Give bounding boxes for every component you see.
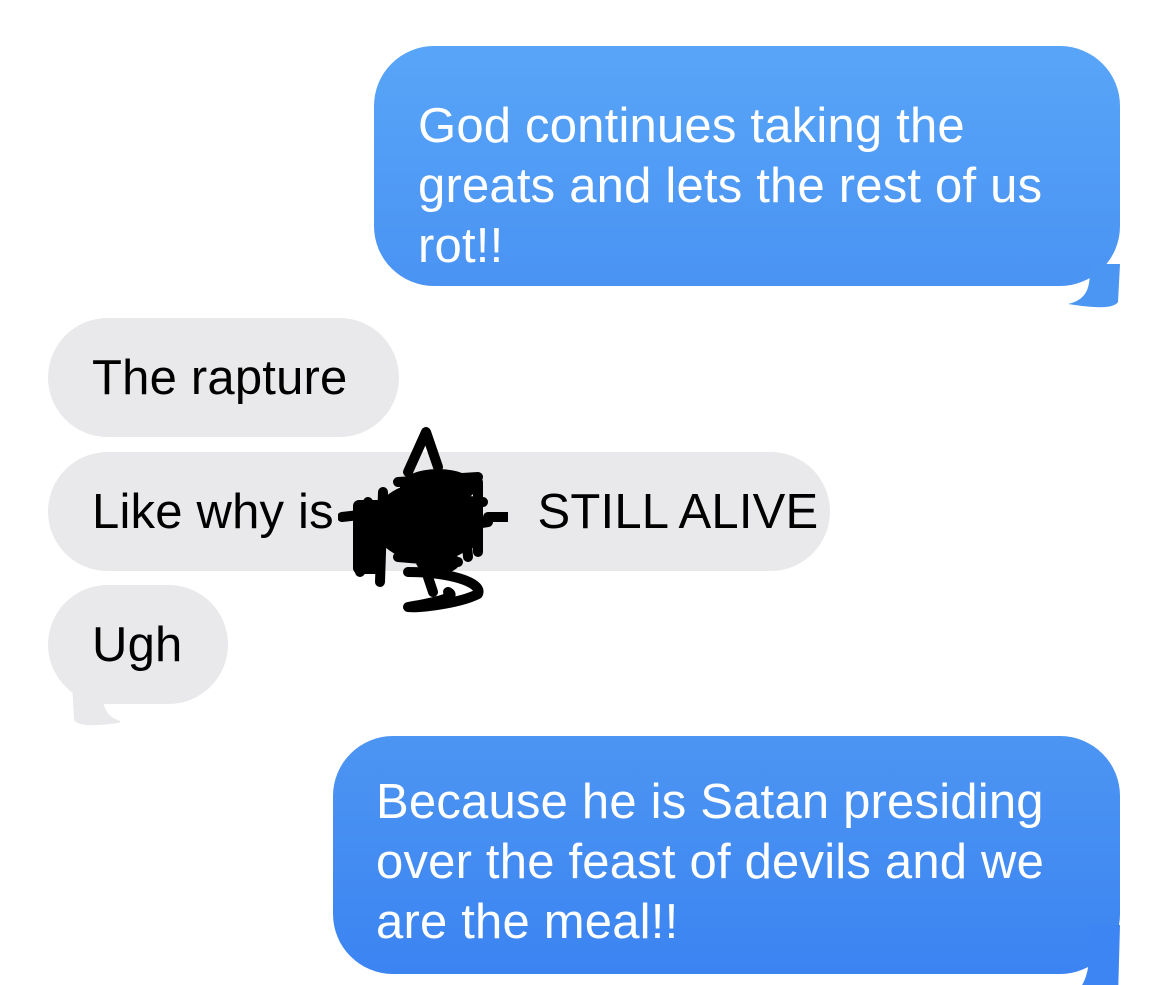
redaction-scribble: [338, 427, 508, 613]
message-line: God continues taking the: [418, 99, 965, 153]
received-message-bubble[interactable]: The rapture: [48, 318, 399, 437]
received-bubble-tail: [72, 682, 120, 726]
message-line: are the meal!!: [376, 895, 679, 949]
sent-bubble-tail: [1068, 264, 1120, 308]
message-text-after-redaction: STILL ALIVE: [537, 485, 819, 539]
message-text-before-redaction: Like why is: [92, 485, 334, 539]
message-line: The rapture: [92, 351, 348, 405]
message-line: greats and lets the rest of us: [418, 159, 1043, 213]
sent-message-bubble[interactable]: Because he is Satan presiding over the f…: [333, 736, 1120, 974]
sent-bubble-tail: [1082, 925, 1120, 985]
message-line: rot!!: [418, 219, 504, 273]
message-thread: God continues taking the greats and lets…: [0, 0, 1170, 985]
message-line: Because he is Satan presiding: [376, 775, 1044, 829]
sent-message-bubble[interactable]: God continues taking the greats and lets…: [374, 46, 1120, 286]
message-line: over the feast of devils and we: [376, 835, 1045, 889]
